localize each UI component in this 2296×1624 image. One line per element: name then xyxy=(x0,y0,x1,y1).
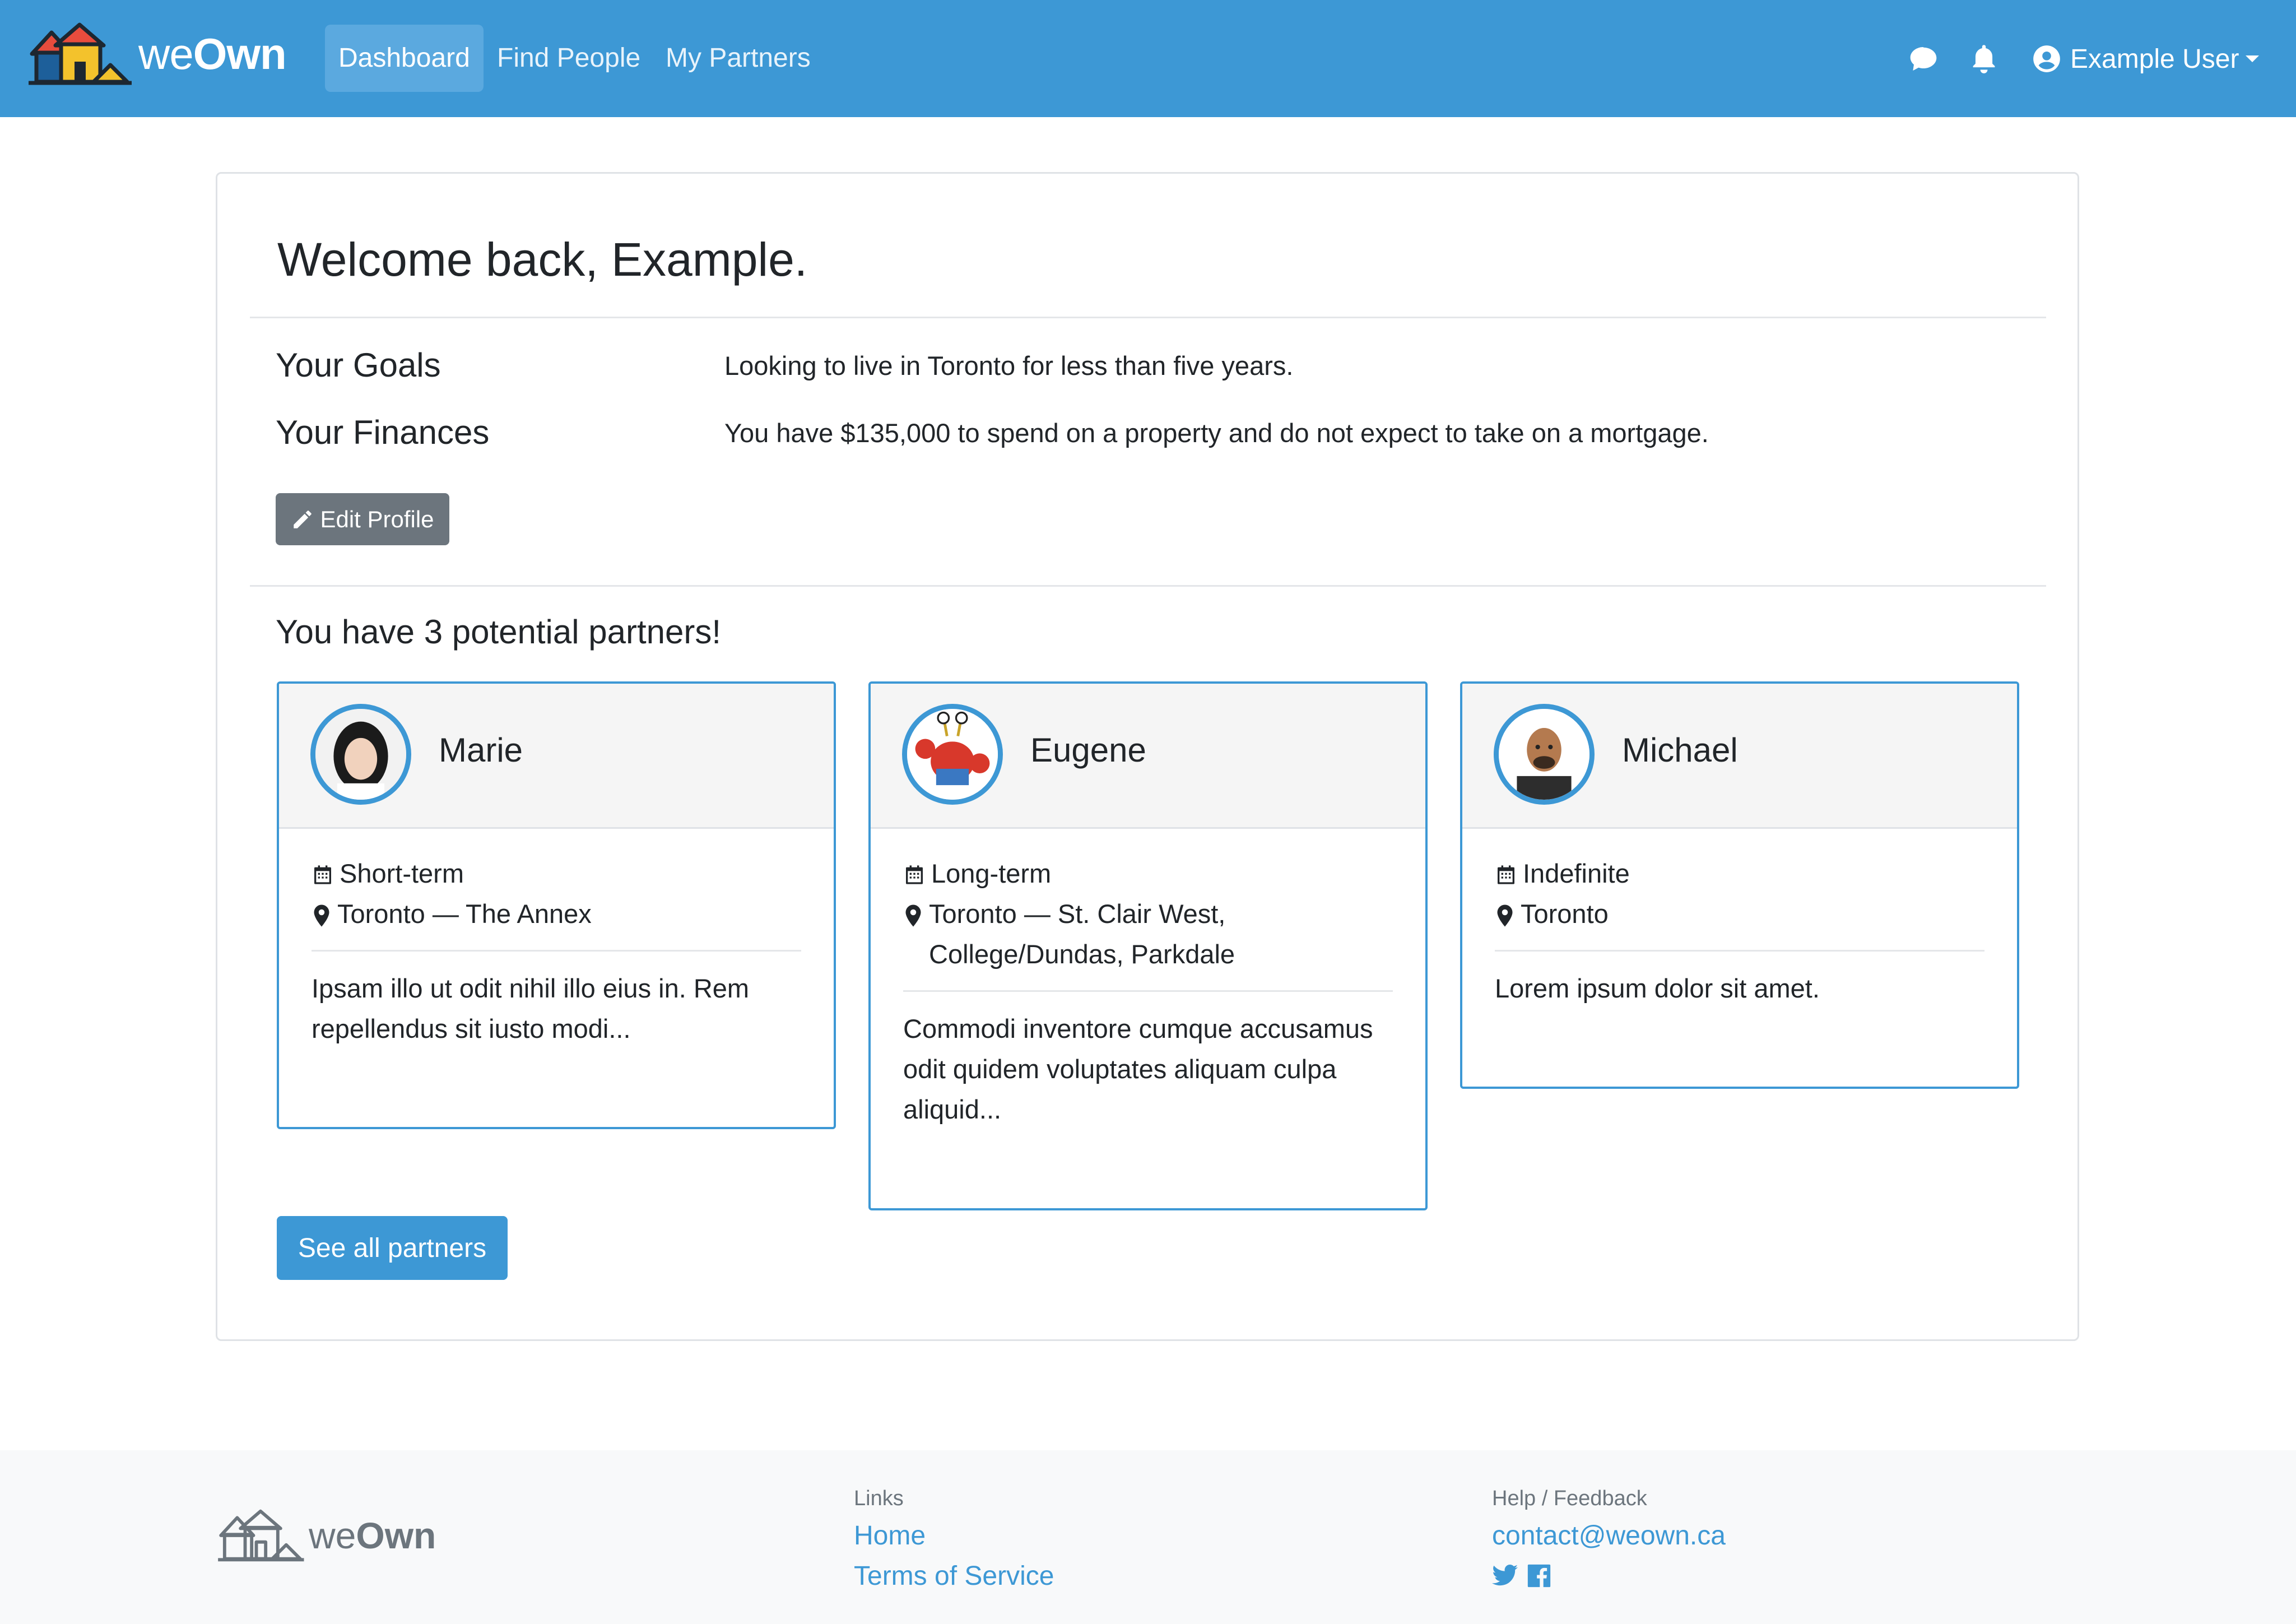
edit-profile-button[interactable]: Edit Profile xyxy=(276,493,449,545)
partner-location: Toronto — The Annex xyxy=(312,894,801,934)
caret-down-icon xyxy=(2246,55,2260,62)
map-marker-icon xyxy=(314,904,329,927)
nav-my-partners[interactable]: My Partners xyxy=(652,25,824,92)
bell-icon xyxy=(1973,45,1995,73)
avatar xyxy=(902,704,1003,805)
map-marker-icon xyxy=(905,904,921,927)
partner-card-michael[interactable]: Michael Indefinite Toronto Lorem ipsum d… xyxy=(1460,681,2019,1089)
house-logo-icon xyxy=(29,22,132,85)
house-logo-icon xyxy=(218,1509,304,1562)
partner-location: Toronto — St. Clair West, College/Dundas… xyxy=(903,894,1393,975)
partner-name: Michael xyxy=(1622,731,1738,769)
partner-card-header: Michael xyxy=(1462,684,2017,829)
user-circle-icon xyxy=(2033,45,2060,72)
map-marker-icon xyxy=(1497,904,1513,927)
nav-find-people[interactable]: Find People xyxy=(484,25,654,92)
partner-card-eugene[interactable]: Eugene Long-term Toronto — St. Clair Wes… xyxy=(868,681,1428,1210)
edit-profile-label: Edit Profile xyxy=(320,505,434,532)
partner-name: Marie xyxy=(439,731,523,769)
brand-name: weOwn xyxy=(138,29,287,78)
footer-brand-logo[interactable]: weOwn xyxy=(216,1507,436,1563)
partner-card-header: Marie xyxy=(279,684,834,829)
footer-links-heading: Links xyxy=(854,1487,904,1510)
partner-card-marie[interactable]: Marie Short-term Toronto — The Annex Ips… xyxy=(277,681,836,1129)
partner-term: Indefinite xyxy=(1495,853,1984,894)
twitter-icon[interactable] xyxy=(1492,1563,1519,1588)
footer-email-link[interactable]: contact@weown.ca xyxy=(1492,1520,1726,1551)
partners-heading: You have 3 potential partners! xyxy=(276,613,722,651)
partner-term: Short-term xyxy=(312,853,801,894)
partner-card-header: Eugene xyxy=(871,684,1425,829)
footer-brand-name: weOwn xyxy=(309,1515,436,1556)
avatar xyxy=(1494,704,1595,805)
goals-label: Your Goals xyxy=(276,346,441,384)
finances-text: You have $135,000 to spend on a property… xyxy=(724,418,1709,448)
facebook-icon[interactable] xyxy=(1527,1563,1551,1588)
footer-link-terms[interactable]: Terms of Service xyxy=(854,1561,1054,1591)
messages-button[interactable] xyxy=(1908,34,1939,84)
finances-label: Your Finances xyxy=(276,414,490,451)
partner-term: Long-term xyxy=(903,853,1393,894)
partner-description: Commodi inventore cumque accusamus odit … xyxy=(903,1014,1373,1124)
social-links xyxy=(1492,1563,1551,1588)
partner-location: Toronto xyxy=(1495,894,1984,934)
partner-description: Ipsam illo ut odit nihil illo eius in. R… xyxy=(312,973,750,1043)
footer-help-heading: Help / Feedback xyxy=(1492,1487,1647,1510)
see-all-partners-button[interactable]: See all partners xyxy=(277,1216,508,1280)
calendar-icon xyxy=(906,865,923,884)
chat-icon xyxy=(1910,47,1937,71)
brand-logo[interactable]: weOwn xyxy=(26,20,287,87)
notifications-button[interactable] xyxy=(1969,34,1998,84)
pencil-icon xyxy=(294,510,312,528)
calendar-icon xyxy=(314,865,331,884)
user-menu[interactable]: Example User xyxy=(2032,34,2260,84)
divider xyxy=(250,585,2046,587)
footer-link-home[interactable]: Home xyxy=(854,1520,926,1551)
card-divider xyxy=(903,990,1393,992)
calendar-icon xyxy=(1498,865,1514,884)
top-navbar: weOwn Dashboard Find People My Partners … xyxy=(0,0,2296,117)
card-divider xyxy=(312,950,801,952)
partner-name: Eugene xyxy=(1030,731,1146,769)
avatar xyxy=(310,704,411,805)
user-name: Example User xyxy=(2070,44,2239,74)
page-title: Welcome back, Example. xyxy=(277,233,808,286)
goals-text: Looking to live in Toronto for less than… xyxy=(724,351,1294,381)
partner-description: Lorem ipsum dolor sit amet. xyxy=(1495,973,1820,1003)
divider xyxy=(250,317,2046,318)
card-divider xyxy=(1495,950,1984,952)
nav-dashboard[interactable]: Dashboard xyxy=(325,25,484,92)
